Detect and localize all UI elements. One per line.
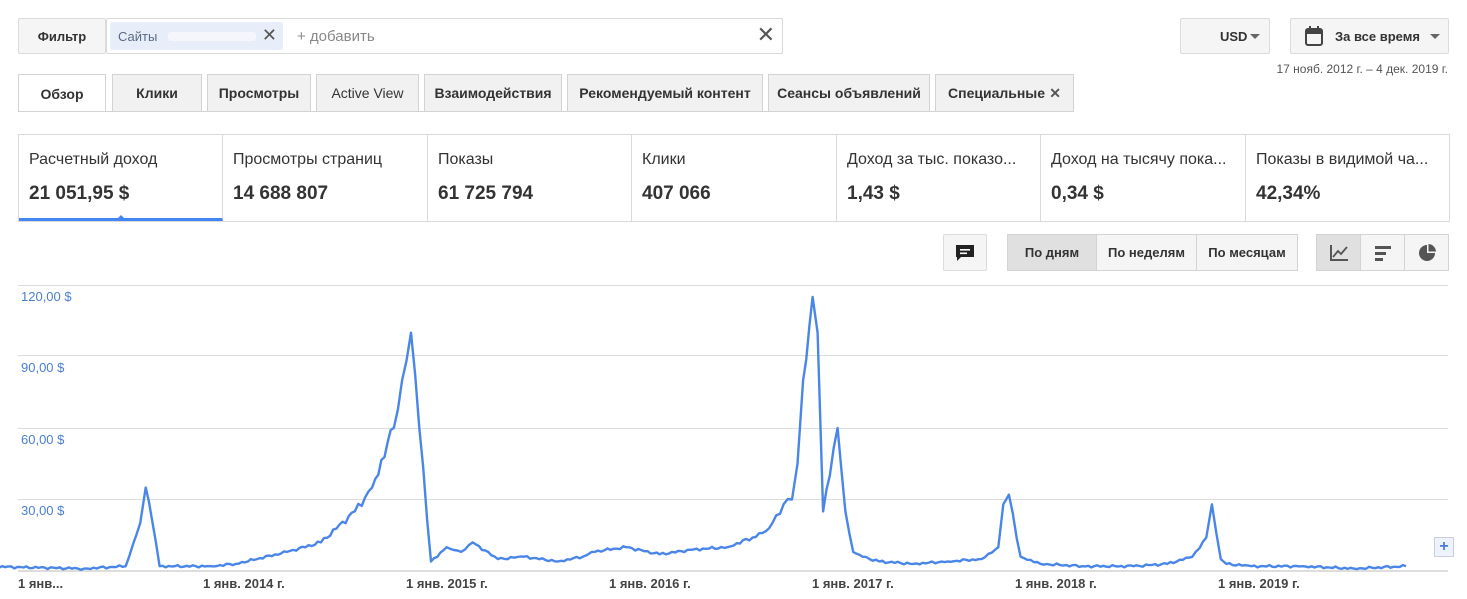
x-tick-label: 1 янв. 2014 г. [203,576,285,591]
metric-title: Клики [642,151,686,168]
x-tick-label: 1 янв... [18,576,64,591]
filter-bar[interactable]: Сайты ✕ + добавить ✕ [106,18,783,54]
annotation-button[interactable] [943,234,987,271]
metric-value: 14 688 807 [233,183,329,204]
line-chart-icon [1329,244,1348,261]
tab-interactions[interactable]: Взаимодействия [424,74,562,111]
date-range-select[interactable]: За все время [1290,18,1449,54]
metric-value: 407 066 [642,183,711,204]
date-range-text: 17 нояб. 2012 г. – 4 дек. 2019 г. [1276,62,1448,76]
line-chart-button[interactable] [1316,234,1361,271]
metric-rpm-pages[interactable]: Доход на тысячу пока... 0,34 $ [1041,135,1246,221]
granularity-week[interactable]: По неделям [1096,234,1197,271]
grid-line [18,355,1448,356]
metric-title: Просмотры страниц [233,151,383,168]
y-tick-label: 30,00 $ [21,503,65,518]
x-tick-label: 1 янв. 2016 г. [609,576,691,591]
filter-chip-sites[interactable]: Сайты ✕ [110,22,283,50]
dropdown-arrow-icon [1250,34,1260,39]
calendar-icon [1305,26,1323,46]
selected-caret [115,215,127,221]
metric-title: Показы [438,151,494,168]
metric-title: Расчетный доход [29,151,158,168]
metric-estimated-revenue[interactable]: Расчетный доход 21 051,95 $ [19,135,223,221]
metric-viewability[interactable]: Показы в видимой ча... 42,34% [1246,135,1449,221]
tab-overview[interactable]: Обзор [18,74,106,112]
tab-ad-sessions[interactable]: Сеансы объявлений [768,74,930,111]
grid-line [18,428,1448,429]
series-line-revenue [0,295,1407,571]
tab-divider [18,111,1074,112]
metric-rpm-impressions[interactable]: Доход за тыс. показо... 1,43 $ [837,135,1041,221]
metric-impressions[interactable]: Показы 61 725 794 [428,135,632,221]
granularity-month[interactable]: По месяцам [1196,234,1298,271]
metric-title: Доход за тыс. показо... [847,151,1017,168]
metric-value: 42,34% [1256,183,1321,204]
x-tick-label: 1 янв. 2018 г. [1015,576,1097,591]
metric-value: 0,34 $ [1051,183,1104,204]
x-tick-label: 1 янв. 2019 г. [1218,576,1300,591]
date-range-label: За все время [1335,28,1420,44]
filter-button[interactable]: Фильтр [18,18,106,54]
redacted-value [168,32,256,41]
metrics-panel: Расчетный доход 21 051,95 $ Просмотры ст… [18,134,1450,222]
filter-chip-label: Сайты [118,29,158,44]
clear-filter-icon[interactable]: ✕ [757,23,775,47]
grid-line [18,285,1448,286]
bar-chart-button[interactable] [1360,234,1405,271]
tab-recommended-content[interactable]: Рекомендуемый контент [567,74,763,111]
y-tick-label: 120,00 $ [21,289,72,304]
close-icon[interactable]: ✕ [262,26,277,44]
x-tick-label: 1 янв. 2017 г. [812,576,894,591]
add-filter-input[interactable]: + добавить [297,28,375,45]
dropdown-arrow-icon [1430,34,1440,39]
tab-active-view[interactable]: Active View [316,74,419,111]
metric-clicks[interactable]: Клики 407 066 [632,135,837,221]
tab-custom-label: Специальные [948,85,1046,101]
pie-chart-icon [1418,243,1436,261]
metric-value: 61 725 794 [438,183,534,204]
metric-page-views[interactable]: Просмотры страниц 14 688 807 [223,135,428,221]
metric-title: Доход на тысячу пока... [1051,151,1227,168]
x-tick-label: 1 янв. 2015 г. [406,576,488,591]
grid-line [18,499,1448,500]
tab-clicks[interactable]: Клики [112,74,202,111]
y-tick-label: 60,00 $ [21,432,65,447]
close-icon[interactable]: ✕ [1049,85,1061,102]
pie-chart-button[interactable] [1404,234,1449,271]
currency-select[interactable]: USD [1180,18,1270,54]
currency-value: USD [1220,28,1248,44]
y-tick-label: 90,00 $ [21,360,65,375]
tab-views[interactable]: Просмотры [207,74,311,111]
bar-chart-icon [1374,245,1391,261]
granularity-day[interactable]: По дням [1007,234,1097,271]
comment-icon [956,244,974,261]
metric-value: 1,43 $ [847,183,900,204]
zoom-plus-icon[interactable]: + [1434,537,1454,557]
metric-value: 21 051,95 $ [29,183,130,204]
tab-custom[interactable]: Специальные ✕ [935,74,1074,111]
metric-title: Показы в видимой ча... [1256,151,1429,168]
